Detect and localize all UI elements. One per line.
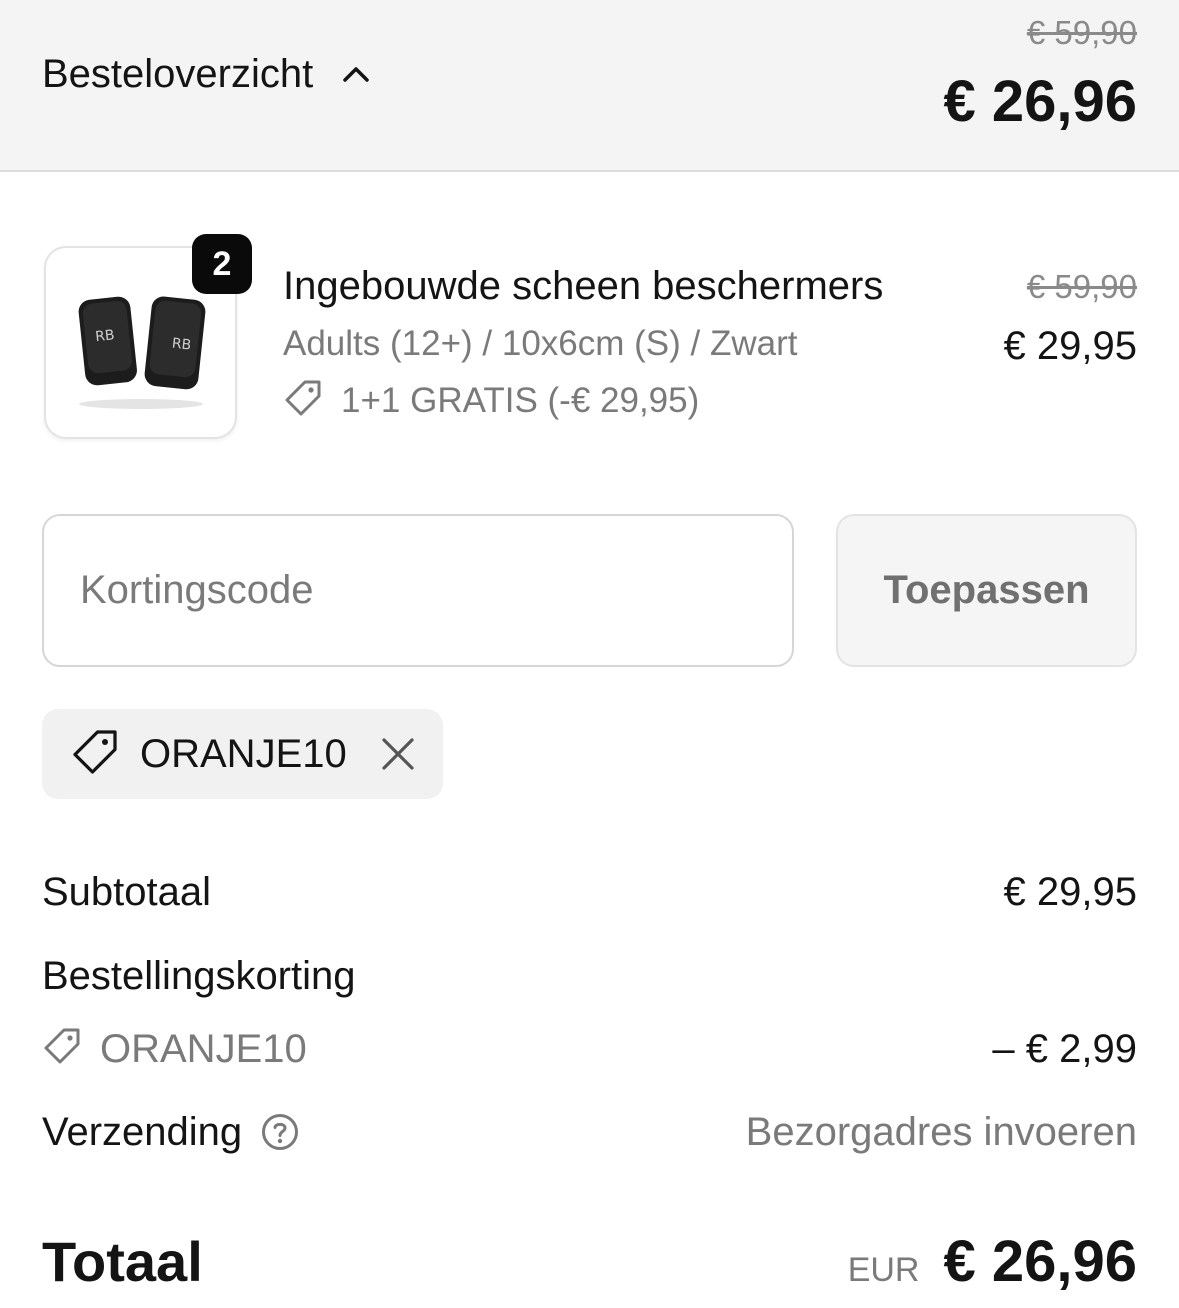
subtotal-label: Subtotaal [42, 870, 212, 914]
total-amount-group: EUR € 26,96 [848, 1228, 1137, 1295]
quantity-badge: 2 [192, 234, 252, 294]
shipping-row: Verzending Bezorgadres invoeren [42, 1110, 1137, 1154]
remove-discount-button[interactable] [379, 735, 417, 773]
order-discount-value: – € 2,99 [992, 1026, 1137, 1071]
product-promo-text: 1+1 GRATIS (-€ 29,95) [341, 380, 700, 420]
shipping-label: Verzending [42, 1110, 243, 1154]
applied-code-label: ORANJE10 [140, 732, 347, 776]
header-total: € 26,96 [943, 69, 1137, 134]
svg-text:RB: RB [94, 327, 115, 345]
total-row: Totaal EUR € 26,96 [42, 1226, 1137, 1296]
order-summary-header: Besteloverzicht € 59,90 € 26,96 [0, 0, 1179, 172]
shipping-value: Bezorgadres invoeren [745, 1110, 1137, 1154]
subtotal-row: Subtotaal € 29,95 [42, 870, 1137, 914]
order-discount-code: ORANJE10 [42, 1026, 307, 1071]
tag-icon [283, 378, 323, 423]
close-icon [382, 738, 414, 770]
product-variant: Adults (12+) / 10x6cm (S) / Zwart [283, 324, 798, 363]
product-promo: 1+1 GRATIS (-€ 29,95) [283, 378, 699, 423]
svg-text:RB: RB [171, 336, 192, 354]
discount-code-input[interactable] [42, 514, 794, 667]
shipping-label-group: Verzending [42, 1110, 300, 1154]
order-discount-title-row: Bestellingskorting [42, 954, 1137, 998]
subtotal-value: € 29,95 [1003, 870, 1137, 914]
product-title: Ingebouwde scheen beschermers [283, 264, 884, 308]
order-summary-label: Besteloverzicht [42, 52, 314, 96]
product-line-item: RB RB 2 Ingebouwde scheen beschermers Ad… [0, 230, 1179, 450]
order-discount-label: Bestellingskorting [42, 954, 356, 998]
apply-discount-button[interactable]: Toepassen [836, 514, 1137, 667]
total-label: Totaal [42, 1229, 203, 1293]
header-old-total: € 59,90 [1026, 14, 1137, 51]
order-summary-toggle[interactable]: Besteloverzicht [42, 52, 371, 96]
order-discount-row: ORANJE10 – € 2,99 [42, 1026, 1137, 1071]
applied-discount-chip: ORANJE10 [42, 709, 443, 799]
product-old-price: € 59,90 [1026, 268, 1137, 305]
chevron-up-icon [341, 59, 371, 89]
order-discount-code-text: ORANJE10 [100, 1026, 307, 1071]
shipping-help-button[interactable] [260, 1112, 300, 1152]
total-amount: € 26,96 [943, 1228, 1137, 1294]
help-circle-icon [262, 1114, 299, 1150]
tag-icon [70, 727, 120, 782]
product-price: € 29,95 [1003, 324, 1137, 368]
currency-code: EUR [847, 1250, 920, 1289]
tag-icon [42, 1026, 82, 1071]
